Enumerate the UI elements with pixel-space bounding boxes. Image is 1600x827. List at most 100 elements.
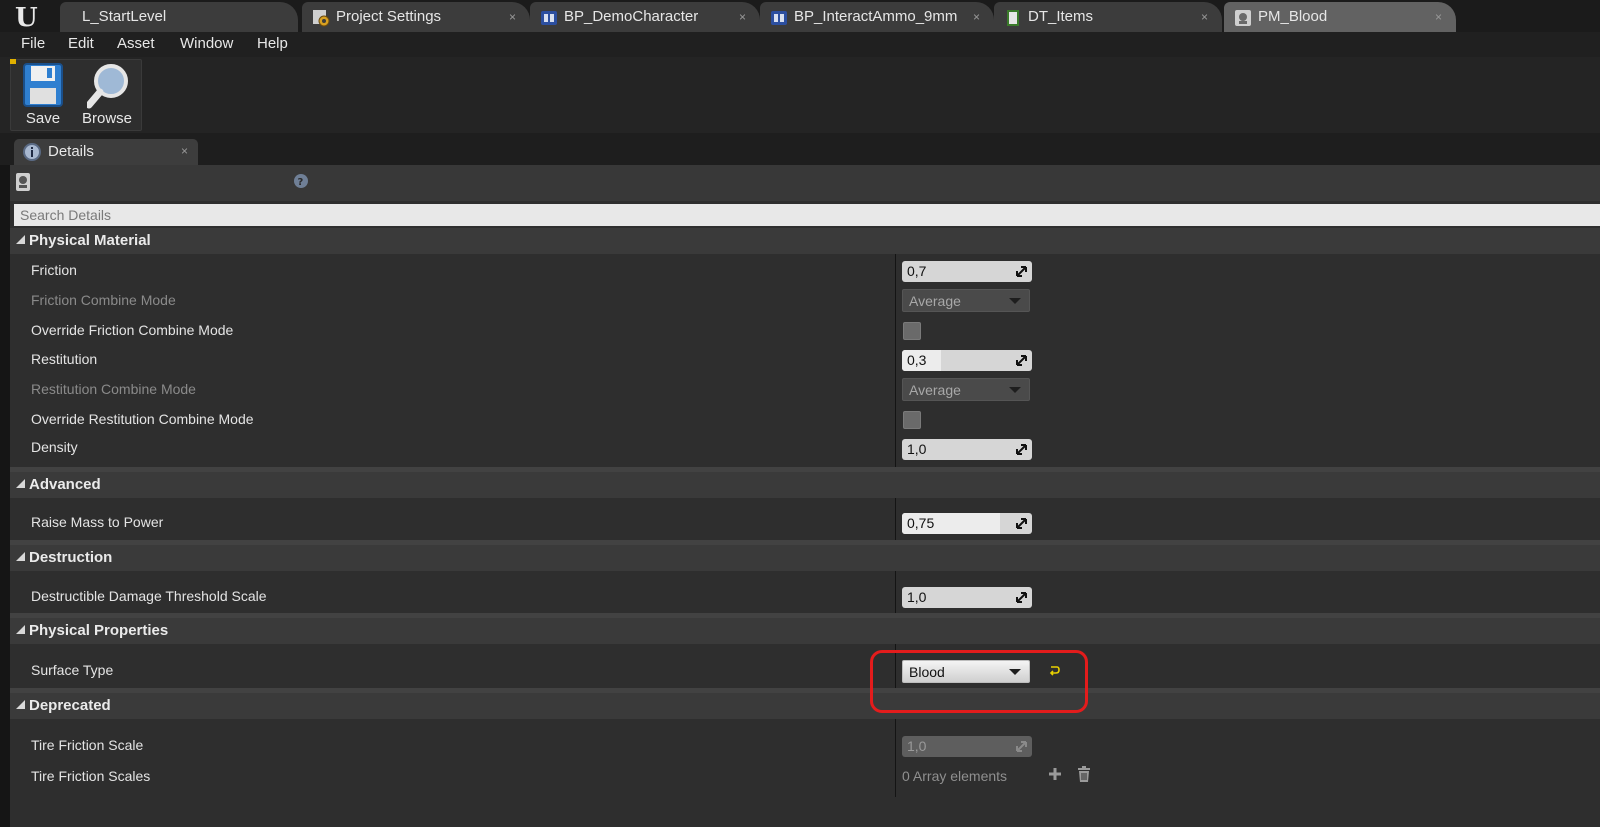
raise-mass-to-power-label: Raise Mass to Power [31,514,164,530]
dropdown-value: Blood [909,664,945,680]
section-body [10,254,1600,467]
close-icon[interactable]: × [1201,2,1208,32]
tab-bp-democharacter[interactable]: BP_DemoCharacter × [530,2,760,32]
dropdown-value: Average [909,293,961,309]
field-value: 1,0 [907,738,927,754]
column-divider[interactable] [895,644,896,688]
magnifier-icon [87,64,128,109]
tab-label: DT_Items [1028,8,1094,25]
damage-threshold-scale-field[interactable]: 1,0 [902,587,1032,608]
tab-l-startlevel[interactable]: L_StartLevel [60,2,298,32]
field-value: 0,7 [907,263,927,279]
close-icon[interactable]: × [739,2,746,32]
column-divider[interactable] [895,719,896,797]
menu-file[interactable]: File [21,35,45,52]
menu-asset[interactable]: Asset [117,35,155,52]
tab-label: L_StartLevel [82,8,167,25]
menu-edit[interactable]: Edit [68,35,94,52]
data-table-icon [1004,8,1022,26]
details-tab-label: Details [48,143,94,160]
lock-icon[interactable] [14,171,32,198]
restitution-combine-mode-dropdown[interactable]: Average [902,378,1030,401]
density-field[interactable]: 1,0 [902,439,1032,460]
svg-text:?: ? [298,177,304,188]
unreal-logo-icon[interactable]: U [0,0,54,32]
section-advanced[interactable]: Advanced [10,472,1600,498]
tab-details[interactable]: Details × [14,139,198,165]
column-divider[interactable] [895,498,896,540]
details-panel: ? Physical Material Friction 0,7 Frictio… [10,165,1600,827]
dropdown-value: Average [909,382,961,398]
svg-text:U: U [15,3,38,31]
section-title: Destruction [29,549,113,566]
drag-arrows-icon [1016,355,1027,366]
chevron-down-icon [1009,298,1021,304]
field-value: 0,75 [907,515,935,531]
details-header: ? [10,165,1600,201]
section-title: Physical Material [29,232,151,249]
save-button[interactable]: Save [12,59,74,129]
restitution-label: Restitution [31,351,98,367]
section-title: Deprecated [29,697,111,714]
section-body [10,719,1600,797]
array-count-text: 0 Array elements [902,768,1008,784]
close-icon[interactable]: × [973,2,980,32]
tire-friction-scales-label: Tire Friction Scales [31,768,151,784]
collapse-arrow-icon [16,700,25,709]
surface-type-dropdown[interactable]: Blood [902,660,1030,683]
section-destruction[interactable]: Destruction [10,545,1600,571]
field-value: 1,0 [907,441,927,457]
blueprint-icon [770,8,788,26]
collapse-arrow-icon [16,552,25,561]
tab-pm-blood[interactable]: PM_Blood × [1224,2,1456,32]
search-details-input[interactable] [14,204,1600,226]
section-body [10,644,1600,688]
drag-arrows-icon [1016,592,1027,603]
section-physical-material[interactable]: Physical Material [10,228,1600,254]
tab-label: BP_InteractAmmo_9mm [794,8,958,25]
raise-mass-to-power-field[interactable]: 0,75 [902,513,1032,534]
close-icon[interactable]: × [181,144,188,158]
tab-project-settings[interactable]: Project Settings × [302,2,530,32]
tab-dt-items[interactable]: DT_Items × [994,2,1222,32]
drag-arrows-icon [1016,518,1027,529]
trash-icon[interactable] [1077,766,1091,787]
section-body [10,498,1600,540]
override-friction-combine-mode-label: Override Friction Combine Mode [31,322,234,338]
restitution-field[interactable]: 0,3 [902,350,1032,371]
override-friction-combine-mode-checkbox[interactable] [903,322,921,340]
reset-to-default-icon[interactable] [1048,664,1060,682]
density-label: Density [31,439,78,455]
plus-icon[interactable] [1047,766,1063,787]
info-icon [22,142,42,167]
drag-arrows-icon [1016,444,1027,455]
restitution-combine-mode-label: Restitution Combine Mode [31,381,196,397]
collapse-arrow-icon [16,479,25,488]
blueprint-icon [540,8,558,26]
tire-friction-scale-label: Tire Friction Scale [31,737,144,753]
section-title: Physical Properties [29,622,169,639]
tire-friction-scale-field: 1,0 [902,736,1032,757]
tab-label: BP_DemoCharacter [564,8,699,25]
friction-field[interactable]: 0,7 [902,261,1032,282]
browse-button[interactable]: Browse [76,59,138,129]
close-icon[interactable]: × [509,2,516,32]
floppy-disk-icon [23,63,63,107]
override-restitution-combine-mode-label: Override Restitution Combine Mode [31,411,254,427]
friction-label: Friction [31,262,77,278]
tab-bp-interactammo-9mm[interactable]: BP_InteractAmmo_9mm × [760,2,994,32]
close-icon[interactable]: × [1435,2,1442,32]
menu-window[interactable]: Window [180,35,233,52]
chevron-down-icon [1009,387,1021,393]
save-label: Save [25,110,61,127]
friction-combine-mode-label: Friction Combine Mode [31,292,176,308]
override-restitution-combine-mode-checkbox[interactable] [903,411,921,429]
menu-help[interactable]: Help [257,35,288,52]
help-icon[interactable]: ? [293,173,309,194]
column-divider[interactable] [895,254,896,467]
friction-combine-mode-dropdown[interactable]: Average [902,289,1030,312]
section-physical-properties[interactable]: Physical Properties [10,618,1600,644]
column-divider[interactable] [895,571,896,613]
section-deprecated[interactable]: Deprecated [10,693,1600,719]
tab-label: PM_Blood [1258,8,1328,25]
